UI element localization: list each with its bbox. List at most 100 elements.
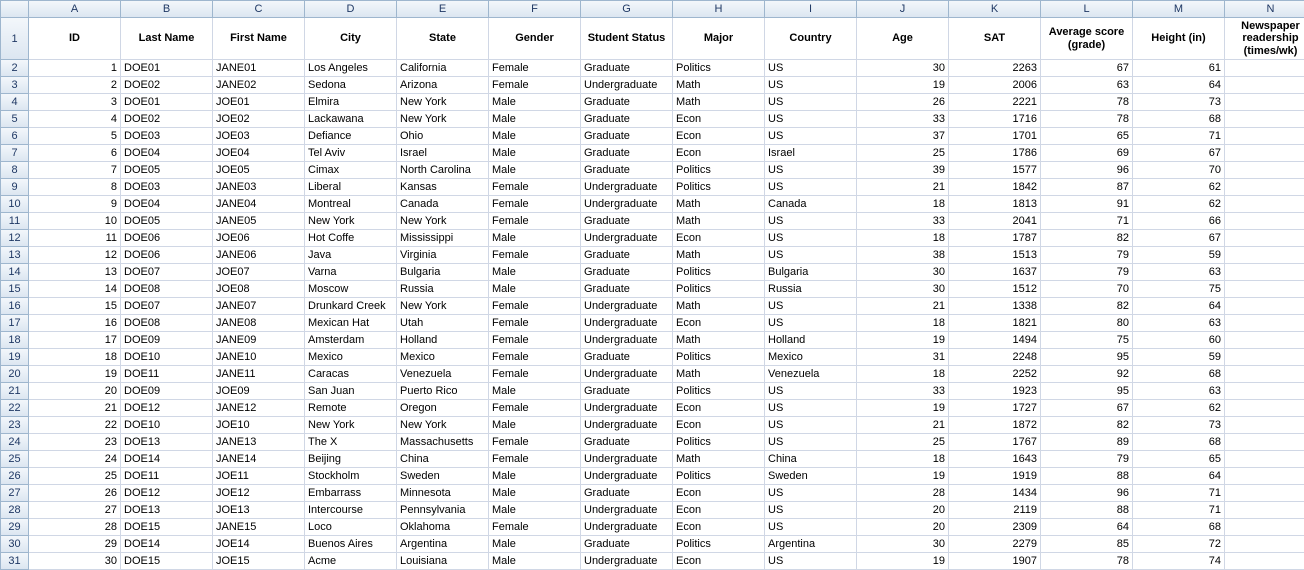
cell[interactable]: 37	[857, 128, 949, 145]
cell[interactable]: Politics	[673, 281, 765, 298]
row-header-17[interactable]: 17	[1, 315, 29, 332]
cell[interactable]: US	[765, 315, 857, 332]
row-header-20[interactable]: 20	[1, 366, 29, 383]
cell[interactable]: Ohio	[397, 128, 489, 145]
cell[interactable]: Buenos Aires	[305, 536, 397, 553]
cell[interactable]: 8	[29, 179, 121, 196]
cell[interactable]: 2119	[949, 502, 1041, 519]
cell[interactable]: Female	[489, 519, 581, 536]
header-cell[interactable]: State	[397, 18, 489, 60]
cell[interactable]: JANE02	[213, 77, 305, 94]
cell[interactable]: 25	[857, 145, 949, 162]
cell[interactable]: 21	[29, 400, 121, 417]
cell[interactable]: Female	[489, 349, 581, 366]
cell[interactable]: Female	[489, 60, 581, 77]
cell[interactable]: New York	[397, 213, 489, 230]
cell[interactable]: US	[765, 298, 857, 315]
cell[interactable]: JOE15	[213, 553, 305, 570]
cell[interactable]: 2279	[949, 536, 1041, 553]
cell[interactable]: JANE01	[213, 60, 305, 77]
cell[interactable]: New York	[397, 94, 489, 111]
column-header-D[interactable]: D	[305, 1, 397, 18]
header-cell[interactable]: Student Status	[581, 18, 673, 60]
cell[interactable]: Male	[489, 145, 581, 162]
cell[interactable]: 65	[1133, 451, 1225, 468]
cell[interactable]: Econ	[673, 502, 765, 519]
cell[interactable]: Math	[673, 213, 765, 230]
cell[interactable]: Undergraduate	[581, 315, 673, 332]
cell[interactable]: Undergraduate	[581, 298, 673, 315]
header-cell[interactable]: Country	[765, 18, 857, 60]
cell[interactable]: DOE02	[121, 111, 213, 128]
column-header-L[interactable]: L	[1041, 1, 1133, 18]
cell[interactable]: US	[765, 162, 857, 179]
cell[interactable]: 25	[857, 434, 949, 451]
cell[interactable]: Virginia	[397, 247, 489, 264]
cell[interactable]: US	[765, 94, 857, 111]
cell[interactable]: 7	[1225, 400, 1304, 417]
cell[interactable]: 64	[1041, 519, 1133, 536]
cell[interactable]: Female	[489, 298, 581, 315]
column-header-I[interactable]: I	[765, 1, 857, 18]
cell[interactable]: 1813	[949, 196, 1041, 213]
header-cell[interactable]: First Name	[213, 18, 305, 60]
cell[interactable]: Remote	[305, 400, 397, 417]
row-header-22[interactable]: 22	[1, 400, 29, 417]
cell[interactable]: San Juan	[305, 383, 397, 400]
cell[interactable]: Acme	[305, 553, 397, 570]
cell[interactable]: Undergraduate	[581, 230, 673, 247]
cell[interactable]: Sweden	[765, 468, 857, 485]
cell[interactable]: US	[765, 519, 857, 536]
cell[interactable]: Econ	[673, 111, 765, 128]
cell[interactable]: Loco	[305, 519, 397, 536]
cell[interactable]: 2263	[949, 60, 1041, 77]
cell[interactable]: JOE05	[213, 162, 305, 179]
row-header-27[interactable]: 27	[1, 485, 29, 502]
cell[interactable]: 1577	[949, 162, 1041, 179]
cell[interactable]: DOE11	[121, 468, 213, 485]
cell[interactable]: 78	[1041, 553, 1133, 570]
cell[interactable]: Econ	[673, 553, 765, 570]
cell[interactable]: DOE01	[121, 94, 213, 111]
cell[interactable]: 5	[1225, 502, 1304, 519]
row-header-1[interactable]: 1	[1, 18, 29, 60]
cell[interactable]: 7	[1225, 77, 1304, 94]
cell[interactable]: 80	[1041, 315, 1133, 332]
cell[interactable]: Undergraduate	[581, 332, 673, 349]
cell[interactable]: Politics	[673, 383, 765, 400]
column-header-B[interactable]: B	[121, 1, 213, 18]
cell[interactable]: Male	[489, 536, 581, 553]
cell[interactable]: Math	[673, 196, 765, 213]
cell[interactable]: 61	[1133, 60, 1225, 77]
cell[interactable]: 5	[1225, 179, 1304, 196]
cell[interactable]: New York	[397, 417, 489, 434]
cell[interactable]: DOE10	[121, 417, 213, 434]
cell[interactable]: JOE14	[213, 536, 305, 553]
cell[interactable]: DOE03	[121, 179, 213, 196]
cell[interactable]: US	[765, 128, 857, 145]
cell[interactable]: Cimax	[305, 162, 397, 179]
cell[interactable]: Math	[673, 332, 765, 349]
cell[interactable]: Graduate	[581, 128, 673, 145]
cell[interactable]: US	[765, 247, 857, 264]
cell[interactable]: Los Angeles	[305, 60, 397, 77]
row-header-13[interactable]: 13	[1, 247, 29, 264]
cell[interactable]: 1338	[949, 298, 1041, 315]
cell[interactable]: JANE03	[213, 179, 305, 196]
cell[interactable]: 63	[1133, 383, 1225, 400]
row-header-25[interactable]: 25	[1, 451, 29, 468]
cell[interactable]: Male	[489, 485, 581, 502]
cell[interactable]: Econ	[673, 519, 765, 536]
cell[interactable]: Econ	[673, 128, 765, 145]
cell[interactable]: Female	[489, 247, 581, 264]
cell[interactable]: 21	[857, 179, 949, 196]
cell[interactable]: 20	[857, 519, 949, 536]
cell[interactable]: 5	[1225, 366, 1304, 383]
cell[interactable]: 19	[857, 468, 949, 485]
cell[interactable]: Female	[489, 77, 581, 94]
cell[interactable]: DOE07	[121, 298, 213, 315]
cell[interactable]: 67	[1041, 400, 1133, 417]
row-header-14[interactable]: 14	[1, 264, 29, 281]
cell[interactable]: Female	[489, 400, 581, 417]
cell[interactable]: Undergraduate	[581, 179, 673, 196]
